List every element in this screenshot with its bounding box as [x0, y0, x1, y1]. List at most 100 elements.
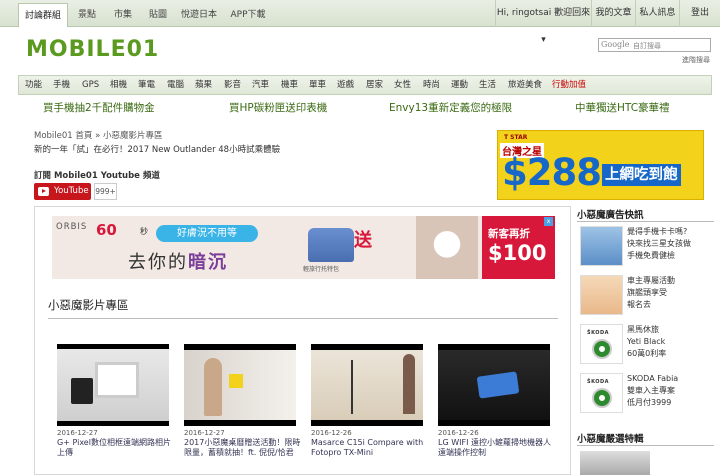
promo-link[interactable]: 買HP碳粉匣送印表機 — [229, 100, 327, 115]
sidebar-ad-line: 車主專屬活動 — [627, 276, 675, 285]
ad-new-customer: 新客再折 — [488, 228, 530, 240]
ad-price: $288 — [502, 151, 602, 194]
nav-item[interactable]: 女性 — [394, 76, 411, 95]
nav-item[interactable]: 機車 — [281, 76, 298, 95]
sidebar-divider — [577, 221, 714, 222]
video-thumbnail[interactable] — [57, 344, 169, 426]
greeting-text: Hi, ringotsai 歡迎回來 — [496, 8, 591, 18]
tab-japan[interactable]: 悅遊日本 — [178, 3, 220, 27]
youtube-play-icon — [38, 187, 49, 196]
sidebar-ad-line: 報名去 — [627, 300, 651, 309]
sidebar-ad-line: 60萬0利率 — [627, 349, 667, 358]
subscriber-count: 999+ — [94, 183, 117, 200]
tab-app-download[interactable]: APP下載 — [228, 3, 268, 27]
sidebar-promo-image[interactable] — [580, 451, 650, 475]
sidebar-ad-image[interactable] — [580, 275, 623, 315]
logo-text: MOBILE01 — [26, 37, 159, 62]
nav-item[interactable]: 旅遊美食 — [508, 76, 542, 95]
ad-brand-small: T STAR — [504, 134, 528, 141]
video-date: 2016-12-26 — [311, 429, 352, 437]
logout-link[interactable]: 登出 — [679, 0, 720, 27]
ad-pill: 好膚況不用等 — [156, 225, 258, 242]
tab-market[interactable]: 市集 — [108, 3, 138, 27]
youtube-subscribe-label: 訂閱 Mobile01 Youtube 頻道 — [34, 171, 160, 181]
video-thumbnail[interactable] — [438, 344, 550, 426]
promo-link[interactable]: 買手機抽2千配件購物金 — [43, 100, 155, 115]
youtube-button-label: YouTube — [54, 186, 89, 196]
sidebar-ad-line: 低月付3999 — [627, 398, 672, 407]
nav-item[interactable]: 筆電 — [138, 76, 155, 95]
video-title[interactable]: G+ Pixel數位相框遠端網路相片上傳 — [57, 438, 175, 458]
sidebar-ad-item[interactable]: 車主專屬活動 旗艦頭享受 報名去 — [580, 275, 714, 319]
sidebar-ad-line: 旗艦頭享受 — [627, 288, 667, 297]
sidebar-ad-item[interactable]: 覺得手機卡卡嗎? 快來找三星女孩做 手機免費健檢 — [580, 226, 714, 270]
sidebar-ad-line: 手機免費健檢 — [627, 251, 675, 260]
ad-close-icon[interactable]: x — [544, 217, 553, 226]
user-greeting-menu[interactable]: Hi, ringotsai 歡迎回來 ▾ — [495, 0, 591, 45]
skoda-logo-image[interactable]: ŠKODA — [580, 324, 623, 364]
top-bar: 討論群組 景點 市集 貼圖 悅遊日本 APP下載 Hi, ringotsai 歡… — [0, 0, 720, 45]
skoda-logo-image[interactable]: ŠKODA — [580, 373, 623, 413]
video-card[interactable]: 2016-12-26 LG WIFI 遠控小鏟蘿掃地機器人遠端操作控制 — [438, 344, 551, 457]
video-card[interactable]: 2016-12-27 2017小惡魔桌曆贈送活動！限時限量，蓄積就抽！ft. 倪… — [184, 344, 300, 457]
model-face-image — [416, 216, 478, 279]
nav-item[interactable]: 電腦 — [167, 76, 184, 95]
nav-item[interactable]: 蘋果 — [195, 76, 212, 95]
nav-item[interactable]: 遊戲 — [337, 76, 354, 95]
sidebar-promo-heading: 小惡魔嚴選特輯 — [577, 434, 644, 445]
nav-item[interactable]: 相機 — [110, 76, 127, 95]
nav-item[interactable]: GPS — [82, 76, 99, 95]
nav-item[interactable]: 單車 — [309, 76, 326, 95]
nav-item[interactable]: 居家 — [366, 76, 383, 95]
nav-item[interactable]: 功能 — [25, 76, 42, 95]
tote-bag-image — [308, 228, 354, 262]
breadcrumb-current[interactable]: 小惡魔影片專區 — [103, 131, 163, 141]
sidebar-ad-line: SKODA Fabia — [627, 374, 679, 383]
tstar-ad-banner[interactable]: T STAR 台灣之星 $288 上網吃到飽 — [497, 130, 704, 200]
sidebar-ad-line: Yeti Black — [627, 337, 666, 346]
search-input[interactable]: Google 自訂搜尋 — [598, 38, 711, 52]
nav-item[interactable]: 時尚 — [423, 76, 440, 95]
ad-discount: $100 — [488, 241, 547, 265]
nav-item[interactable]: 生活 — [479, 76, 496, 95]
skoda-logo-text: ŠKODA — [587, 379, 610, 385]
search-placeholder: 自訂搜尋 — [633, 42, 661, 50]
sidebar-ad-heading: 小惡魔廣告快訊 — [577, 210, 644, 221]
youtube-subscribe-button[interactable]: YouTube — [34, 183, 91, 200]
video-card[interactable]: 2016-12-26 Masarce C15i Compare with Fot… — [311, 344, 423, 457]
section-title: 小惡魔影片專區 — [48, 298, 129, 312]
video-title[interactable]: Masarce C15i Compare with Fotopro TX-Min… — [311, 438, 429, 458]
video-title[interactable]: LG WIFI 遠控小鏟蘿掃地機器人遠端操作控制 — [438, 438, 556, 458]
promo-link[interactable]: Envy13重新定義您的極限 — [389, 100, 512, 115]
ad-sixty: 60 — [96, 221, 117, 239]
breadcrumb-site[interactable]: Mobile01 — [34, 131, 73, 141]
news-headline-link[interactable]: 新的一年「試」在必行！2017 New Outlander 48小時試乘體驗 — [34, 143, 280, 155]
mobile01-logo[interactable]: MOBILE01 — [26, 34, 186, 62]
breadcrumb: Mobile01 首頁 » 小惡魔影片專區 — [34, 129, 163, 141]
video-title[interactable]: 2017小惡魔桌曆贈送活動！限時限量，蓄積就抽！ft. 倪倪/恰君 — [184, 438, 302, 458]
nav-item[interactable]: 手機 — [53, 76, 70, 95]
promo-link[interactable]: 中華獨送HTC豪華禮 — [575, 100, 670, 115]
sidebar-ad-image[interactable] — [580, 226, 623, 266]
sidebar-ad-item[interactable]: ŠKODA 黑馬休旅 Yeti Black 60萬0利率 — [580, 324, 714, 368]
ad-bag-note: 輕旅行托特包 — [303, 266, 340, 273]
video-thumbnail[interactable] — [184, 344, 296, 426]
sidebar-ad-item[interactable]: ŠKODA SKODA Fabia 雙車入主專案 低月付3999 — [580, 373, 714, 417]
tab-stickers[interactable]: 貼圖 — [143, 3, 173, 27]
orbis-ad-banner[interactable]: ORBIS 60 秒 好膚況不用等 去你的暗沉 輕旅行托特包 送 新客再折 $1… — [52, 216, 555, 279]
nav-item[interactable]: 運動 — [451, 76, 468, 95]
tab-forum[interactable]: 討論群組 — [18, 3, 68, 27]
private-messages-link[interactable]: 私人訊息 — [635, 0, 679, 27]
nav-item[interactable]: 汽車 — [252, 76, 269, 95]
video-thumbnail[interactable] — [311, 344, 423, 426]
nav-item-mobile-value[interactable]: 行動加值 — [552, 76, 586, 95]
my-posts-link[interactable]: 我的文章 — [591, 0, 635, 27]
sidebar-ad-line: 黑馬休旅 — [627, 325, 659, 334]
google-brand: Google — [601, 40, 630, 49]
video-card[interactable]: 2016-12-27 G+ Pixel數位相框遠端網路相片上傳 — [57, 344, 171, 457]
nav-item[interactable]: 影音 — [224, 76, 241, 95]
video-date: 2016-12-27 — [57, 429, 98, 437]
advanced-search-link[interactable]: 進階搜尋 — [682, 55, 710, 65]
tab-attractions[interactable]: 景點 — [72, 3, 102, 27]
breadcrumb-home[interactable]: 首頁 — [75, 131, 92, 141]
